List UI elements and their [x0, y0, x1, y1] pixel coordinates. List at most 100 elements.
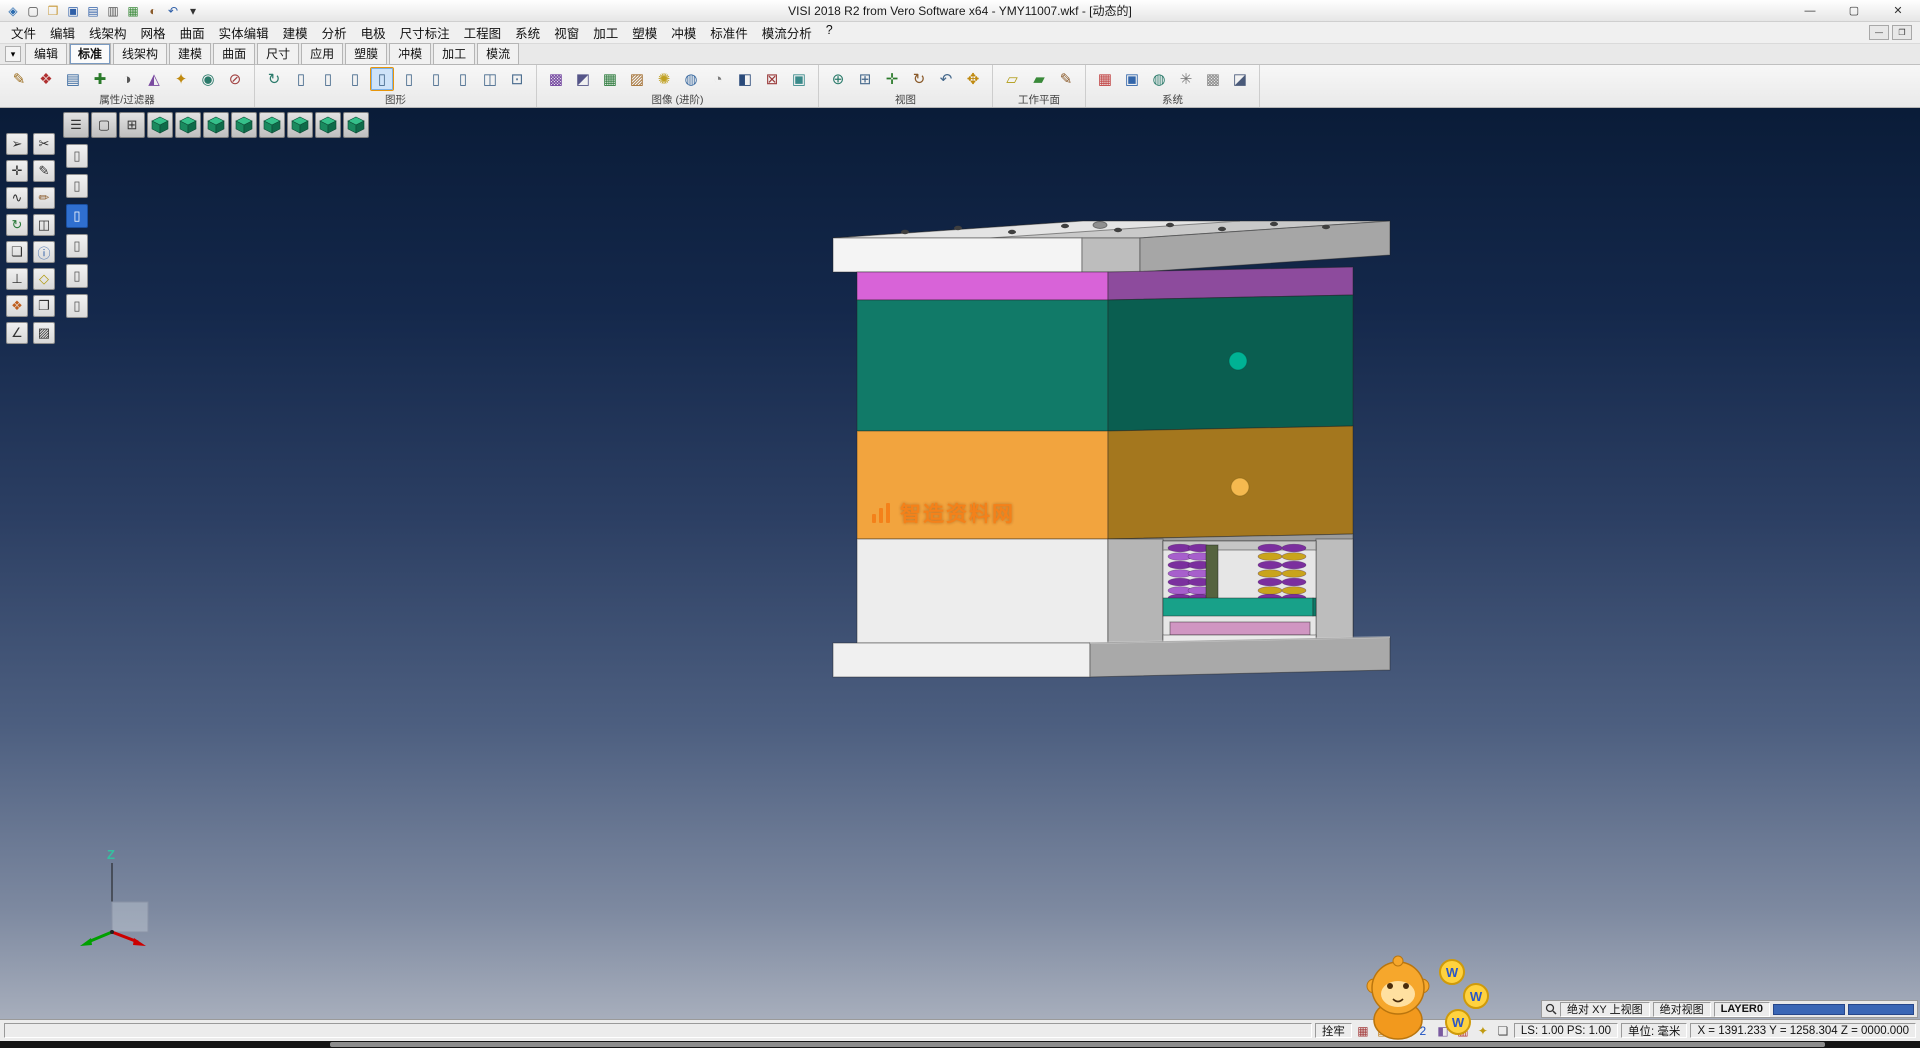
- ribbon-tab[interactable]: 塑膜: [345, 43, 387, 65]
- selection-filter-icon[interactable]: ◑: [115, 67, 139, 91]
- show-surfaces-icon[interactable]: ▯: [66, 174, 88, 198]
- group-tool-icon[interactable]: ❏: [6, 241, 28, 263]
- ribbon-tab[interactable]: 曲面: [213, 43, 255, 65]
- rotate-view-icon[interactable]: ↻: [907, 67, 931, 91]
- blank-view-icon[interactable]: ▢: [91, 112, 117, 138]
- visi-logo-icon[interactable]: ◈: [4, 3, 22, 19]
- highlight-filter-icon[interactable]: ✦: [169, 67, 193, 91]
- ribbon-tab[interactable]: 冲模: [389, 43, 431, 65]
- color-filter-icon[interactable]: ❖: [34, 67, 58, 91]
- workplane-tool-icon[interactable]: ◇: [33, 268, 55, 290]
- trim-icon[interactable]: ✂: [33, 133, 55, 155]
- visibility-filter-icon[interactable]: ◉: [196, 67, 220, 91]
- globe-icon[interactable]: ◍: [1147, 67, 1171, 91]
- menu-item[interactable]: 模流分析: [755, 21, 819, 44]
- show-solids-icon[interactable]: ▯: [66, 144, 88, 168]
- mirror-tool-icon[interactable]: ◫: [33, 214, 55, 236]
- capture-icon[interactable]: ◐: [144, 3, 162, 19]
- menu-item[interactable]: 编辑: [43, 21, 82, 44]
- menu-item[interactable]: ?: [819, 21, 840, 44]
- menu-item[interactable]: 电极: [354, 21, 393, 44]
- workplane-create-icon[interactable]: ▰: [1027, 67, 1051, 91]
- ribbon-tab[interactable]: 线架构: [113, 43, 167, 65]
- active-layer-label[interactable]: LAYER0: [1714, 1002, 1770, 1017]
- axis-tool-icon[interactable]: ⊥: [6, 268, 28, 290]
- view-sw-iso-icon[interactable]: [147, 112, 173, 138]
- lighting-icon[interactable]: ✺: [652, 67, 676, 91]
- workplane-standard-icon[interactable]: ▱: [1000, 67, 1024, 91]
- menu-item[interactable]: 线架构: [82, 21, 134, 44]
- print-icon[interactable]: ▥: [104, 3, 122, 19]
- maximize-button[interactable]: ▢: [1832, 1, 1876, 21]
- mask-filter-icon[interactable]: ◭: [142, 67, 166, 91]
- shaded-edges-display-icon[interactable]: ▯: [397, 67, 421, 91]
- snowflake-icon[interactable]: ✳: [1174, 67, 1198, 91]
- open-file-icon[interactable]: ❒: [44, 3, 62, 19]
- previous-view-icon[interactable]: ↶: [934, 67, 958, 91]
- reflection-icon[interactable]: ◍: [679, 67, 703, 91]
- menu-item[interactable]: 尺寸标注: [393, 21, 457, 44]
- curve-tools-icon[interactable]: ∿: [6, 187, 28, 209]
- menu-item[interactable]: 实体编辑: [212, 21, 276, 44]
- new-file-icon[interactable]: ▢: [24, 3, 42, 19]
- menu-item[interactable]: 加工: [586, 21, 625, 44]
- hidden-line-display-icon[interactable]: ▯: [316, 67, 340, 91]
- save-icon[interactable]: ▣: [64, 3, 82, 19]
- multi-view-icon[interactable]: ⊞: [119, 112, 145, 138]
- menu-item[interactable]: 文件: [4, 21, 43, 44]
- child-restore-button[interactable]: ❐: [1892, 25, 1912, 40]
- view-right-icon[interactable]: [315, 112, 341, 138]
- hatch-icon[interactable]: ▨: [33, 322, 55, 344]
- zoom-window-icon[interactable]: ⊞: [853, 67, 877, 91]
- shadows-icon[interactable]: ◩: [571, 67, 595, 91]
- tab-dropdown-icon[interactable]: ▾: [5, 46, 21, 62]
- annotate-tool-icon[interactable]: ⓘ: [33, 241, 55, 263]
- close-button[interactable]: ✕: [1876, 1, 1920, 21]
- quick-access-dropdown-icon[interactable]: ▾: [184, 3, 202, 19]
- show-wireframe-icon[interactable]: ▯: [66, 204, 88, 228]
- ribbon-tab[interactable]: 模流: [477, 43, 519, 65]
- snap-toggle[interactable]: 拴牢: [1315, 1023, 1352, 1038]
- zoom-icon[interactable]: [1545, 1003, 1557, 1015]
- plot-icon[interactable]: ▦: [124, 3, 142, 19]
- clipboard-tool-icon[interactable]: ❐: [33, 295, 55, 317]
- pan-icon[interactable]: ✛: [880, 67, 904, 91]
- show-all-icon[interactable]: ▯: [66, 294, 88, 318]
- undo-icon[interactable]: ↶: [164, 3, 182, 19]
- view-dynamic-icon[interactable]: [343, 112, 369, 138]
- ribbon-tab[interactable]: 尺寸: [257, 43, 299, 65]
- display-settings-icon[interactable]: ▣: [1120, 67, 1144, 91]
- shaded-display-icon[interactable]: ▯: [370, 67, 394, 91]
- snapshot-icon[interactable]: ⊠: [760, 67, 784, 91]
- background-icon[interactable]: ◧: [733, 67, 757, 91]
- animation-icon[interactable]: ▣: [787, 67, 811, 91]
- menu-item[interactable]: 塑模: [625, 21, 664, 44]
- selection-icon[interactable]: ➢: [6, 133, 28, 155]
- view-se-iso-icon[interactable]: [175, 112, 201, 138]
- zoom-all-icon[interactable]: ⊕: [826, 67, 850, 91]
- ribbon-tab[interactable]: 加工: [433, 43, 475, 65]
- minimize-button[interactable]: —: [1788, 1, 1832, 21]
- view-ne-iso-icon[interactable]: [203, 112, 229, 138]
- transparent-display-icon[interactable]: ▯: [424, 67, 448, 91]
- ribbon-tab[interactable]: 应用: [301, 43, 343, 65]
- element-filter-icon[interactable]: ✚: [88, 67, 112, 91]
- snap-icon[interactable]: ✛: [6, 160, 28, 182]
- show-points-icon[interactable]: ▯: [66, 234, 88, 258]
- viewport-3d[interactable]: ☰ ▢ ⊞ ➢✂✛✎∿✏↻◫❏ⓘ⊥◇❖❐∠▨ ▯▯▯▯▯▯ 智造资料网 Z: [0, 108, 1920, 1019]
- materials-icon[interactable]: ▦: [598, 67, 622, 91]
- reset-filter-icon[interactable]: ⊘: [223, 67, 247, 91]
- view-nw-iso-icon[interactable]: [231, 112, 257, 138]
- attributes-icon[interactable]: ✎: [7, 67, 31, 91]
- save-all-icon[interactable]: ▤: [84, 3, 102, 19]
- dynamic-rotate-icon[interactable]: ✥: [961, 67, 985, 91]
- draft-display-icon[interactable]: ▯: [451, 67, 475, 91]
- dashed-hidden-display-icon[interactable]: ▯: [343, 67, 367, 91]
- menu-item[interactable]: 系统: [508, 21, 547, 44]
- modify-icon[interactable]: ✏: [33, 187, 55, 209]
- perspective-icon[interactable]: ◪: [1228, 67, 1252, 91]
- ribbon-tab[interactable]: 标准: [69, 43, 111, 65]
- wireframe-display-icon[interactable]: ▯: [289, 67, 313, 91]
- menu-item[interactable]: 视窗: [547, 21, 586, 44]
- menu-item[interactable]: 网格: [134, 21, 173, 44]
